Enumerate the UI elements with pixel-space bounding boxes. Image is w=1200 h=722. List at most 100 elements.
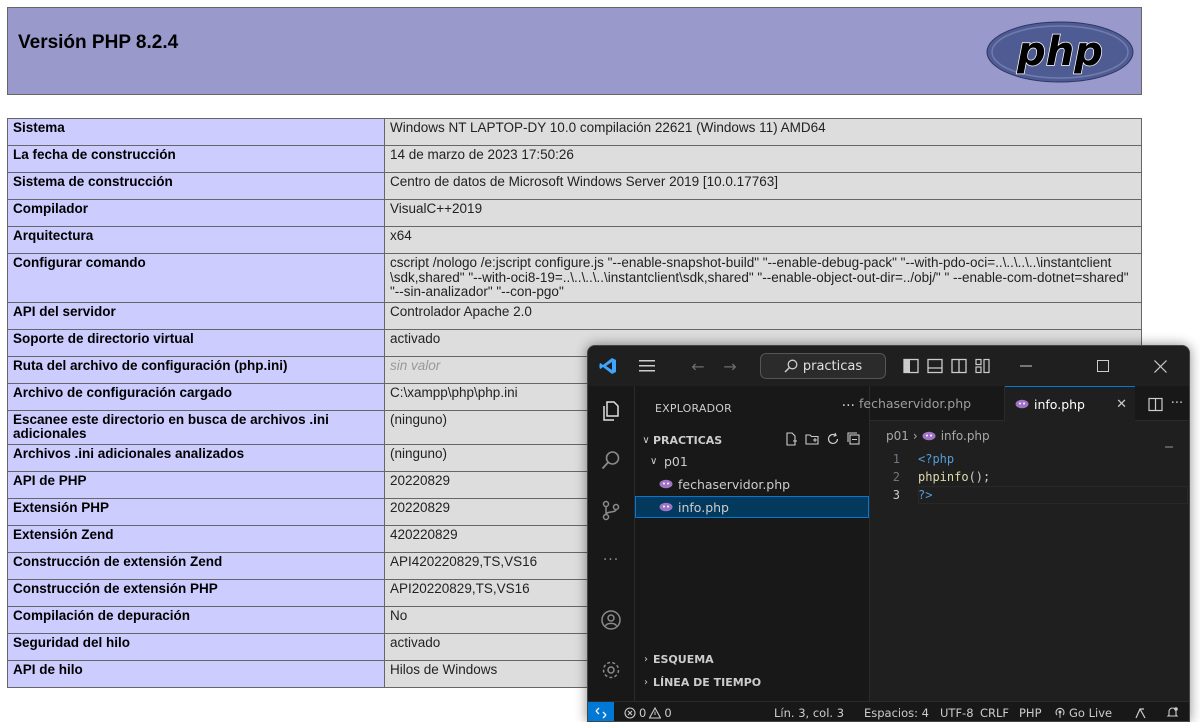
warning-icon [649,707,662,719]
current-line-highlight [918,486,1188,504]
new-file-icon[interactable] [784,432,798,446]
toggle-panel-icon[interactable] [926,356,944,376]
info-row-label: Construcción de extensión PHP [7,578,385,607]
info-row-label: La fecha de construcción [7,145,385,173]
editor-more-actions-icon[interactable]: ··· [1168,393,1186,413]
indentation[interactable]: Espacios: 4 [864,706,929,720]
language-mode[interactable]: PHP [1019,706,1042,720]
refresh-icon[interactable] [826,432,840,446]
activity-bar: ··· [588,386,635,701]
outline-label: ESQUEMA [653,653,714,666]
chevron-right-icon: › [644,654,648,665]
info-row-label: API de hilo [7,659,385,688]
editor-tabs: fechaservidor.php info.php ✕ ··· [859,386,1189,421]
collapse-all-icon[interactable] [847,432,861,446]
tree-folder-p01[interactable]: ∨ p01 [635,450,869,472]
arrow-back-icon[interactable]: ← [688,356,708,376]
arrow-forward-icon[interactable]: → [720,356,740,376]
info-row: Compilador VisualC++2019 [7,199,1142,227]
code-editor[interactable]: 1 <?php 2 phpinfo (); 3 ?> [870,450,1189,504]
info-row-value: VisualC++2019 [384,199,1142,227]
title-bar: ← → practicas [588,346,1189,386]
outline-section-header[interactable]: › ESQUEMA [639,653,714,666]
minimap-indicator[interactable] [1165,446,1173,448]
code-line[interactable]: 2 phpinfo (); [870,468,1189,486]
broadcast-icon [1055,707,1065,718]
info-row-value: x64 [384,226,1142,254]
customize-layout-icon[interactable] [974,356,992,376]
close-window-icon[interactable] [1150,356,1170,376]
info-row-label: Sistema de construcción [7,172,385,200]
timeline-section-header[interactable]: › LÍNEA DE TIEMPO [639,676,761,689]
breadcrumb-separator: › [912,429,918,443]
info-row-label: Compilación de depuración [7,605,385,634]
info-row-value: 14 de marzo de 2023 17:50:26 [384,145,1142,173]
folder-section-header[interactable]: ∨ PRACTICAS [639,434,722,447]
copilot-icon[interactable] [1134,706,1147,721]
tab-info[interactable]: info.php ✕ [1005,386,1135,421]
breadcrumb-folder[interactable]: p01 [886,429,909,443]
explorer-icon[interactable] [599,399,623,423]
account-icon[interactable] [599,608,623,632]
problems-indicator[interactable]: 0 0 [624,706,672,720]
explorer-sidebar: EXPLORADOR ··· ∨ PRACTICAS ∨ p01 fechase… [635,386,870,701]
breadcrumb-file[interactable]: info.php [941,429,990,443]
toggle-secondary-sidebar-icon[interactable] [950,356,968,376]
tab-fechaservidor[interactable]: fechaservidor.php [859,386,1005,421]
remote-indicator-icon[interactable] [588,702,614,721]
line-number: 2 [892,470,900,484]
vscode-window[interactable]: ← → practicas ··· EXPLORADOR ··· ∨ PRACT… [587,345,1190,722]
info-row-label: Sistema [7,118,385,146]
tree-file-info[interactable]: info.php [635,496,869,518]
maximize-icon[interactable] [1093,356,1113,376]
timeline-label: LÍNEA DE TIEMPO [653,676,762,689]
php-file-icon [922,431,936,441]
status-bar: 0 0 Lín. 3, col. 3 Espacios: 4 UTF-8 CRL… [588,701,1189,721]
info-row-label: API de PHP [7,470,385,499]
split-editor-icon[interactable] [1146,394,1164,414]
info-row-label: Extensión PHP [7,497,385,526]
close-tab-icon[interactable]: ✕ [1116,397,1127,412]
tab-label: fechaservidor.php [859,396,972,411]
error-icon [624,707,636,719]
cursor-position[interactable]: Lín. 3, col. 3 [774,706,844,720]
php-logo[interactable]: php [985,21,1135,83]
search-text: practicas [802,358,863,374]
end-of-line[interactable]: CRLF [980,706,1009,720]
tree-folder-label: p01 [664,453,688,469]
source-control-icon[interactable] [599,498,623,522]
manage-gear-icon[interactable] [599,658,623,682]
info-row-label: Archivo de configuración cargado [7,382,385,411]
tree-file-fechaservidor[interactable]: fechaservidor.php [635,473,869,495]
info-row: API del servidor Controlador Apache 2.0 [7,301,1142,330]
search-activity-icon[interactable] [599,448,623,472]
command-center-search[interactable]: practicas [760,353,886,379]
info-row-label: Seguridad del hilo [7,632,385,661]
more-views-icon[interactable]: ··· [599,548,623,572]
explorer-more-actions[interactable]: ··· [842,398,855,414]
notifications-bell-icon[interactable] [1166,706,1179,721]
php-version-title: Versión PHP 8.2.4 [18,32,179,53]
new-folder-icon[interactable] [805,432,819,446]
go-live-button[interactable]: Go Live [1054,706,1112,720]
breadcrumb: p01 › info.php [886,429,990,443]
menu-icon[interactable] [636,356,658,376]
explorer-title: EXPLORADOR [655,402,733,415]
info-row-label: Configurar comando [7,253,385,303]
php-file-icon [659,479,673,489]
info-row-label: Soporte de directorio virtual [7,328,385,357]
encoding[interactable]: UTF-8 [940,706,974,720]
info-row-label: API del servidor [7,301,385,330]
code-line[interactable]: 1 <?php [870,450,1189,468]
toggle-primary-sidebar-icon[interactable] [902,356,920,376]
php-file-icon [1015,399,1029,409]
php-version-header: Versión PHP 8.2.4 php [7,7,1142,95]
vscode-logo-icon [598,356,618,376]
info-row-label: Arquitectura [7,226,385,254]
php-file-icon [659,502,673,512]
editor-area[interactable]: fechaservidor.php info.php ✕ ··· p01 › i… [859,386,1189,701]
php-logo-text: php [1016,29,1103,75]
info-row-label: Construcción de extensión Zend [7,551,385,580]
info-row: Sistema de construcción Centro de datos d… [7,172,1142,200]
minimize-icon[interactable] [1016,356,1036,376]
